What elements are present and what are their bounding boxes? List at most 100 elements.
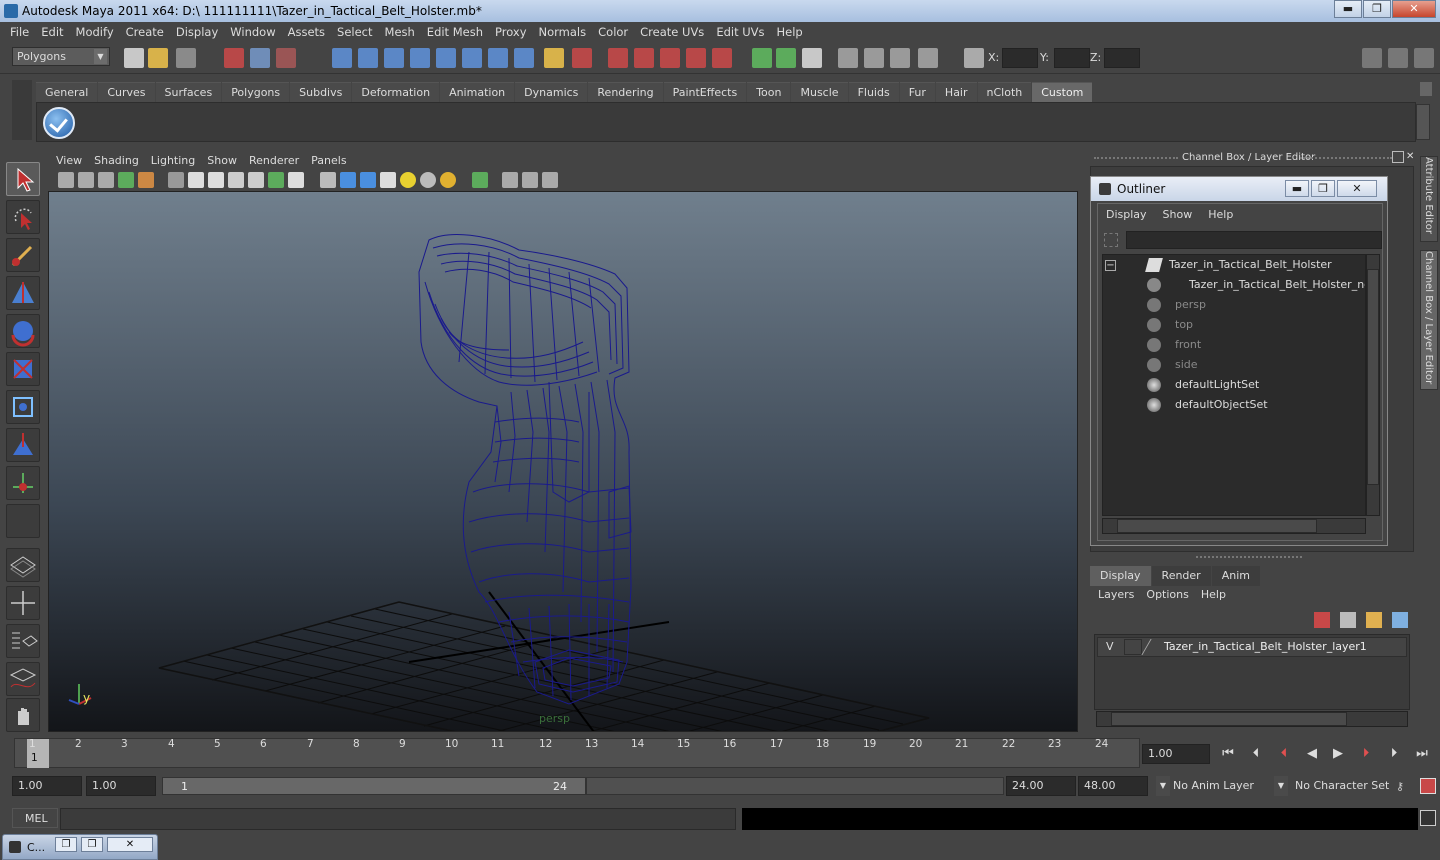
menu-edit-mesh[interactable]: Edit Mesh: [421, 25, 489, 39]
panel-menu-show[interactable]: Show: [201, 154, 243, 167]
attribute-editor-toggle-icon[interactable]: [1362, 48, 1382, 68]
outliner-maximize-button[interactable]: ❐: [1311, 180, 1335, 197]
play-forwards-icon[interactable]: ▶: [1326, 744, 1350, 764]
isolate-select-icon[interactable]: [472, 172, 488, 188]
clipboard-icon[interactable]: [802, 48, 822, 68]
layer-menu-help[interactable]: Help: [1195, 588, 1232, 606]
field-chart-icon[interactable]: [248, 172, 264, 188]
snap-grid-icon[interactable]: [332, 48, 352, 68]
key-icon[interactable]: ⚷: [1396, 780, 1414, 793]
restore-button[interactable]: ❐: [55, 837, 77, 852]
transform-field-icon[interactable]: [964, 48, 984, 68]
start-time-field[interactable]: 1.00: [12, 776, 82, 796]
shelf-tab-fur[interactable]: Fur: [899, 82, 935, 102]
go-to-end-icon[interactable]: ⏭: [1410, 744, 1434, 764]
single-pane-layout-icon[interactable]: [6, 548, 40, 582]
maximize-button[interactable]: ❐: [81, 837, 103, 852]
last-tool-icon[interactable]: [6, 504, 40, 538]
collapse-toggle[interactable]: −: [1105, 260, 1116, 271]
script-editor-icon[interactable]: [1420, 810, 1436, 826]
create-layer-from-selected-icon[interactable]: [1392, 612, 1408, 628]
batch-render-icon[interactable]: [890, 48, 910, 68]
layer-menu-options[interactable]: Options: [1140, 588, 1194, 606]
layer-tab-display[interactable]: Display: [1090, 566, 1151, 586]
scale-tool-icon[interactable]: [6, 352, 40, 386]
channel-box-toggle-icon[interactable]: [1414, 48, 1434, 68]
panel-menu-shading[interactable]: Shading: [88, 154, 145, 167]
image-plane-icon[interactable]: [118, 172, 134, 188]
history-icon[interactable]: [462, 48, 482, 68]
menu-modify[interactable]: Modify: [70, 25, 120, 39]
custom-checkmark-icon[interactable]: [43, 107, 75, 139]
snap-curve-icon[interactable]: [358, 48, 378, 68]
command-input[interactable]: [60, 808, 736, 830]
close-button[interactable]: ✕: [107, 837, 153, 852]
close-button[interactable]: ✕: [1392, 0, 1436, 18]
shelf-tab-surfaces[interactable]: Surfaces: [155, 82, 222, 102]
wireframe-icon[interactable]: [320, 172, 336, 188]
all-lights-icon[interactable]: [420, 172, 436, 188]
menu-color[interactable]: Color: [592, 25, 634, 39]
move-tool-icon[interactable]: [6, 276, 40, 310]
menu-select[interactable]: Select: [331, 25, 378, 39]
menu-set-dropdown[interactable]: Polygons ▼: [12, 47, 110, 66]
shelf-tab-animation[interactable]: Animation: [440, 82, 515, 102]
outliner-search-input[interactable]: [1126, 231, 1382, 249]
show-manipulator-icon[interactable]: [6, 466, 40, 500]
panel-menu-panels[interactable]: Panels: [305, 154, 352, 167]
channel-box-tab[interactable]: Channel Box / Layer Editor: [1420, 250, 1438, 390]
select-object-icon[interactable]: [250, 48, 270, 68]
xray-joints-icon[interactable]: [522, 172, 538, 188]
z-field[interactable]: [1104, 48, 1140, 68]
resolution-gate-icon[interactable]: [208, 172, 224, 188]
outliner-vertical-scrollbar[interactable]: [1366, 254, 1380, 516]
four-pane-layout-icon[interactable]: [6, 586, 40, 620]
range-slider-track[interactable]: [586, 777, 1004, 795]
outliner-menu-help[interactable]: Help: [1200, 208, 1241, 226]
layer-color-swatch[interactable]: [1141, 639, 1165, 655]
menu-file[interactable]: File: [4, 25, 35, 39]
menu-edit[interactable]: Edit: [35, 25, 69, 39]
textured-icon[interactable]: [380, 172, 396, 188]
perspective-viewport[interactable]: y persp: [48, 191, 1078, 732]
shelf-options-handle[interactable]: [12, 80, 32, 140]
character-set-dropdown[interactable]: No Character Set: [1292, 776, 1392, 796]
reverse-magnet-icon[interactable]: [712, 48, 732, 68]
mel-toggle-button[interactable]: MEL: [12, 808, 58, 828]
layer-display-type-toggle[interactable]: [1124, 639, 1142, 655]
select-component-icon[interactable]: [276, 48, 296, 68]
shelf-tab-hair[interactable]: Hair: [935, 82, 977, 102]
open-scene-icon[interactable]: [148, 48, 168, 68]
gate-mask-icon[interactable]: [228, 172, 244, 188]
magnet-icon[interactable]: [686, 48, 706, 68]
shelf-tab-polygons[interactable]: Polygons: [222, 82, 290, 102]
share-icon[interactable]: [542, 172, 558, 188]
shelf-tab-ncloth[interactable]: nCloth: [977, 82, 1032, 102]
wireframe-on-shaded-icon[interactable]: [360, 172, 376, 188]
shelf-tab-general[interactable]: General: [36, 82, 98, 102]
tool-settings-icon[interactable]: [1388, 48, 1408, 68]
close-panel-icon[interactable]: ✕: [1406, 151, 1418, 163]
shelf-tab-subdivs[interactable]: Subdivs: [290, 82, 352, 102]
x-field[interactable]: [1002, 48, 1038, 68]
layer-tab-anim[interactable]: Anim: [1211, 566, 1260, 586]
outliner-horizontal-scrollbar[interactable]: [1102, 518, 1366, 534]
layer-editor-drag-handle[interactable]: [1196, 556, 1302, 558]
y-field[interactable]: [1054, 48, 1090, 68]
universal-manipulator-icon[interactable]: [6, 390, 40, 424]
render-view-icon[interactable]: [838, 48, 858, 68]
snap-surface-icon[interactable]: [488, 48, 508, 68]
shelf-tab-curves[interactable]: Curves: [98, 82, 155, 102]
two-d-pan-icon[interactable]: [138, 172, 154, 188]
paint-select-tool-icon[interactable]: [6, 238, 40, 272]
float-panel-icon[interactable]: [1392, 151, 1404, 163]
menu-help[interactable]: Help: [771, 25, 809, 39]
range-slider-bar[interactable]: 1 24: [162, 777, 586, 795]
shelf-tab-painteffects[interactable]: PaintEffects: [663, 82, 747, 102]
safe-title-icon[interactable]: [288, 172, 304, 188]
maximize-button[interactable]: ❐: [1363, 0, 1391, 18]
shadows-icon[interactable]: [440, 172, 456, 188]
step-back-key-icon[interactable]: ⏴: [1272, 744, 1296, 764]
construction-history-icon[interactable]: [572, 48, 592, 68]
render-settings-icon[interactable]: [660, 48, 680, 68]
